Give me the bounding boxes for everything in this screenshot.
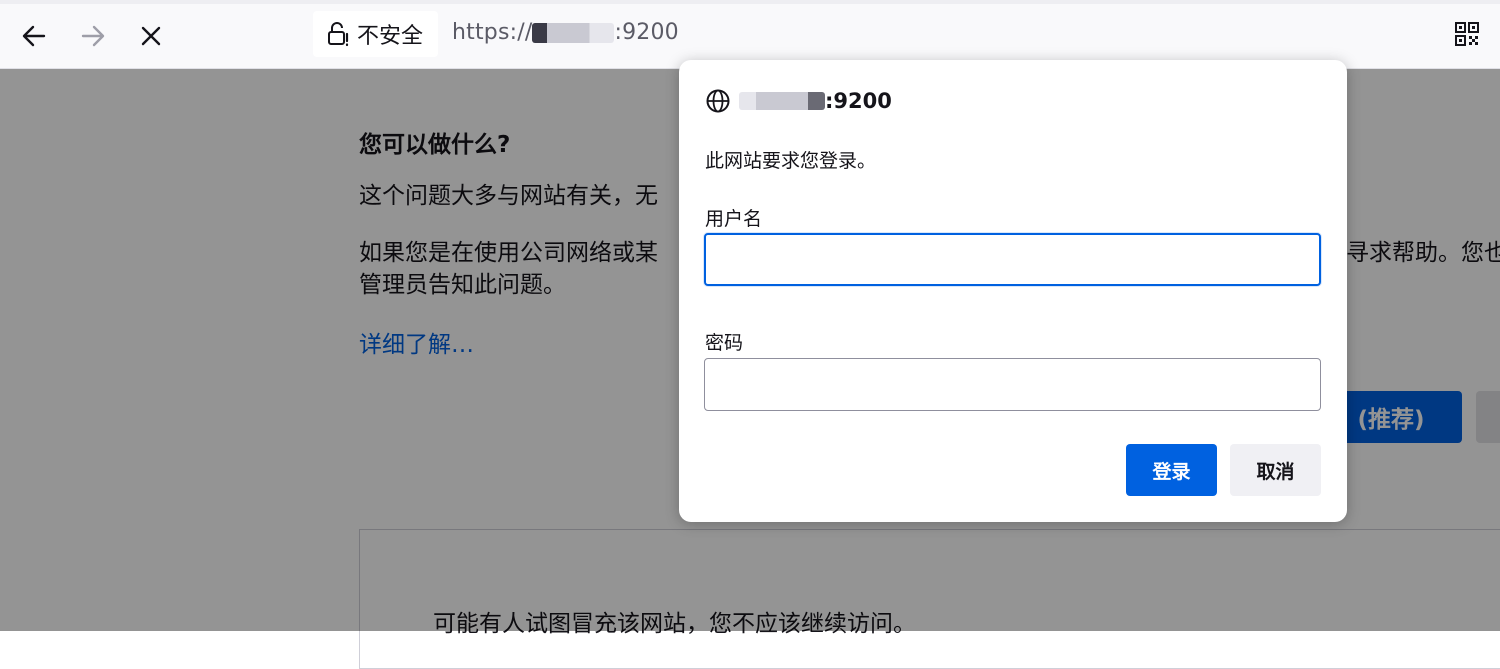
stop-icon [141, 26, 161, 46]
browser-toolbar: 不安全 https:// :9200 [0, 0, 1500, 69]
login-button[interactable]: 登录 [1126, 444, 1217, 496]
forward-arrow-icon [81, 25, 105, 47]
back-arrow-icon [22, 25, 46, 47]
url-suffix: :9200 [614, 20, 679, 45]
redacted-origin-host [739, 92, 825, 110]
security-indicator[interactable]: 不安全 [313, 11, 438, 57]
cancel-button[interactable]: 取消 [1230, 444, 1321, 496]
username-label: 用户名 [705, 208, 763, 230]
http-auth-dialog: :9200 此网站要求您登录。 用户名 密码 登录 取消 [679, 60, 1347, 522]
password-label: 密码 [705, 332, 744, 354]
dialog-origin: :9200 [705, 88, 892, 114]
dialog-message: 此网站要求您登录。 [705, 150, 877, 172]
username-input[interactable] [704, 233, 1321, 286]
forward-button[interactable] [77, 20, 109, 52]
origin-port: :9200 [825, 89, 892, 113]
qr-code-icon[interactable] [1453, 20, 1481, 48]
stop-button[interactable] [135, 20, 167, 52]
url-bar[interactable]: https:// :9200 [452, 20, 679, 45]
password-input[interactable] [704, 358, 1321, 411]
url-prefix: https:// [452, 20, 533, 45]
redacted-host [532, 23, 615, 43]
back-button[interactable] [18, 20, 50, 52]
insecure-lock-icon [328, 22, 349, 47]
security-label: 不安全 [357, 24, 424, 49]
globe-icon [706, 89, 730, 113]
